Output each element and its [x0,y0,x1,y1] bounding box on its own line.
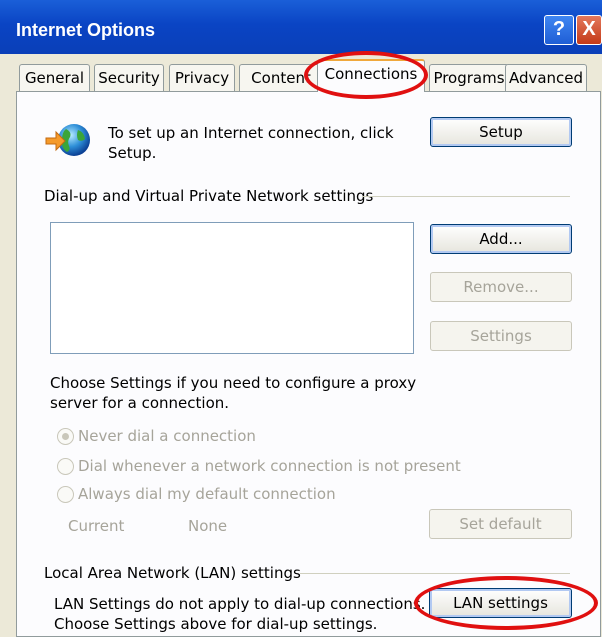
tab-content[interactable]: Content [239,64,323,92]
radio-dial-whenever[interactable] [57,458,74,475]
tab-programs[interactable]: Programs [429,64,509,92]
radio-dial-whenever-label: Dial whenever a network connection is no… [78,457,461,475]
lan-heading: Local Area Network (LAN) settings [44,564,301,582]
lan-note-line2: Choose Settings above for dial-up settin… [54,615,378,633]
lan-divider [300,573,570,574]
internet-globe-icon [45,124,90,156]
radio-always-dial-label: Always dial my default connection [78,485,336,503]
settings-button[interactable]: Settings [430,321,572,351]
add-button[interactable]: Add... [430,224,572,254]
setup-button[interactable]: Setup [430,117,572,147]
connections-listbox[interactable] [50,222,414,354]
radio-always-dial[interactable] [57,486,74,503]
tab-advanced[interactable]: Advanced [505,64,587,92]
close-button[interactable]: X [576,15,602,45]
remove-button[interactable]: Remove... [430,272,572,302]
help-button[interactable]: ? [544,15,574,45]
lan-note-line1: LAN Settings do not apply to dial-up con… [54,595,426,613]
proxy-note-line1: Choose Settings if you need to configure… [50,374,417,392]
radio-never-dial[interactable] [57,428,74,445]
window-title: Internet Options [16,20,155,40]
title-bar: Internet Options ? X [0,0,602,54]
current-value: None [188,517,228,535]
tab-security[interactable]: Security [94,64,164,92]
proxy-note-line2: server for a connection. [50,394,230,412]
radio-never-dial-label: Never dial a connection [78,427,256,445]
current-label: Current [68,517,125,535]
setup-instruction-line1: To set up an Internet connection, click [108,124,394,142]
tab-connections[interactable]: Connections [317,59,425,92]
lan-settings-button[interactable]: LAN settings [429,588,572,618]
dialup-heading: Dial-up and Virtual Private Network sett… [44,187,374,205]
tab-general[interactable]: General [19,64,90,92]
connections-panel [16,91,601,637]
tab-privacy[interactable]: Privacy [169,64,235,92]
dialup-divider [362,196,570,197]
setup-instruction-line2: Setup. [108,144,157,162]
set-default-button[interactable]: Set default [429,509,572,539]
